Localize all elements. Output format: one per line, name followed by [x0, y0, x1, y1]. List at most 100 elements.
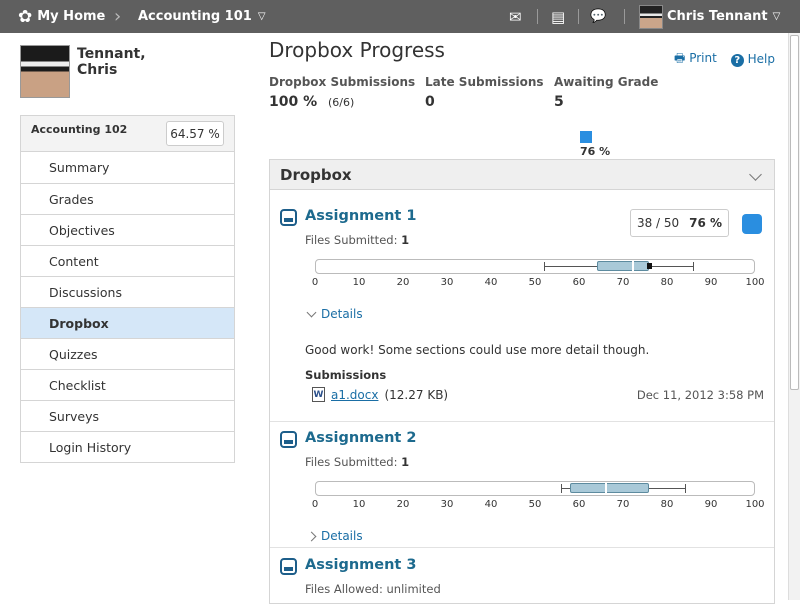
boxplot-box: [570, 483, 650, 493]
sidebar: Tennant, Chris Accounting 102 64.57 % Su…: [20, 45, 235, 463]
axis-tick-label: 70: [616, 277, 630, 288]
axis-tick-label: 30: [440, 277, 454, 288]
caret-down-icon: ▽: [772, 11, 781, 22]
boxplot-track: [315, 481, 755, 496]
progress-label: 76 %: [580, 145, 611, 158]
scrollbar-thumb[interactable]: [790, 35, 799, 390]
stat-label: Awaiting Grade: [554, 75, 659, 89]
boxplot-max-cap: [684, 484, 686, 493]
file-date: Dec 11, 2012 3:58 PM: [636, 388, 764, 402]
files-allowed: Files Allowed: unlimited: [305, 582, 441, 596]
axis-tick-label: 90: [704, 277, 718, 288]
axis-tick-label: 40: [484, 277, 498, 288]
grade-indicator: [742, 214, 762, 234]
boxplot-max-cap: [693, 262, 695, 271]
score-fraction: 38 / 50: [636, 216, 680, 230]
axis-tick-label: 10: [352, 499, 366, 510]
axis-tick-label: 60: [572, 499, 586, 510]
axis-tick-label: 50: [528, 277, 542, 288]
axis-tick-label: 0: [311, 499, 319, 510]
sidebar-item-surveys[interactable]: Surveys: [21, 400, 234, 431]
dropbox-icon: [280, 209, 297, 226]
assignment-title[interactable]: Assignment 3: [305, 557, 417, 573]
sidebar-item-dropbox[interactable]: Dropbox: [21, 307, 234, 338]
user-menu[interactable]: Chris Tennant ▽: [639, 0, 780, 33]
dropbox-icon: [280, 558, 297, 575]
user-name: Chris Tennant: [667, 9, 768, 24]
axis-tick-label: 20: [396, 277, 410, 288]
files-submitted: Files Submitted: 1: [305, 233, 410, 247]
submissions-heading: Submissions: [305, 368, 387, 382]
axis-tick-label: 50: [528, 499, 542, 510]
updates-icon[interactable]: ▤: [551, 0, 565, 33]
profile-avatar: [20, 45, 70, 98]
boxplot-min-cap: [543, 262, 545, 271]
axis-tick-label: 40: [484, 499, 498, 510]
home-label: My Home: [37, 9, 106, 24]
dropbox-icon: [280, 431, 297, 448]
feedback-text: Good work! Some sections could use more …: [305, 343, 650, 357]
axis-tick-label: 100: [745, 499, 765, 510]
boxplot-box: [596, 261, 650, 271]
score-percent: 76 %: [689, 216, 723, 230]
caret-down-icon: ▽: [257, 11, 266, 22]
stat-label: Late Submissions: [425, 75, 544, 89]
page-title: Dropbox Progress: [269, 38, 445, 62]
dropbox-panel: Dropbox Assignment 1 Files Submitted: 1 …: [269, 159, 775, 604]
help-icon: ?: [730, 54, 744, 67]
stat-awaiting: Awaiting Grade 5: [554, 75, 658, 110]
stat-value: 5: [554, 94, 564, 110]
axis-tick-label: 60: [572, 277, 586, 288]
sidebar-item-objectives[interactable]: Objectives: [21, 214, 234, 245]
details-toggle[interactable]: Details: [306, 307, 363, 321]
print-button[interactable]: 🖶 Print: [674, 49, 717, 70]
progress-marker: [580, 131, 592, 143]
divider: [270, 547, 774, 548]
submission-file: W a1.docx (12.27 KB): [312, 387, 448, 402]
panel-title: Dropbox: [280, 165, 352, 184]
sidebar-item-discussions[interactable]: Discussions: [21, 276, 234, 307]
sidebar-menu: Summary Grades Objectives Content Discussion…: [20, 152, 235, 463]
axis-tick-label: 0: [311, 277, 319, 288]
course-grade-badge: 64.57 %: [166, 121, 224, 146]
axis-tick-label: 100: [745, 277, 765, 288]
summary-stats: Dropbox Submissions 100 % (6/6) Late Sub…: [269, 75, 658, 110]
user-avatar: [639, 4, 663, 29]
home-link[interactable]: ✿ My Home: [18, 0, 105, 33]
course-selector[interactable]: Accounting 101 ▽: [138, 0, 266, 33]
stat-late: Late Submissions 0: [425, 75, 554, 110]
details-toggle[interactable]: Details: [306, 529, 363, 543]
course-name: Accounting 102: [31, 123, 128, 136]
sidebar-item-content[interactable]: Content: [21, 245, 234, 276]
assignment-title[interactable]: Assignment 1: [305, 208, 417, 224]
course-label: Accounting 101: [138, 9, 252, 24]
details-label: Details: [321, 529, 363, 543]
messages-icon[interactable]: ✉: [509, 0, 522, 33]
word-doc-icon: W: [312, 387, 325, 402]
chevron-down-icon: [306, 307, 317, 317]
sidebar-item-checklist[interactable]: Checklist: [21, 369, 234, 400]
stat-value: 0: [425, 94, 435, 110]
axis-tick-label: 30: [440, 499, 454, 510]
panel-header[interactable]: Dropbox: [270, 160, 774, 190]
file-link[interactable]: a1.docx: [331, 388, 378, 402]
boxplot-min-cap: [561, 484, 563, 493]
printer-icon: 🖶: [674, 51, 686, 65]
assignment-title[interactable]: Assignment 2: [305, 430, 417, 446]
chat-icon[interactable]: 💬: [590, 0, 606, 33]
flower-logo-icon: ✿: [18, 6, 33, 27]
boxplot-median: [631, 261, 634, 271]
sidebar-item-summary[interactable]: Summary: [21, 152, 234, 183]
details-label: Details: [321, 307, 363, 321]
axis-tick-label: 20: [396, 499, 410, 510]
axis-tick-label: 90: [704, 499, 718, 510]
sidebar-item-quizzes[interactable]: Quizzes: [21, 338, 234, 369]
boxplot-median: [605, 483, 608, 493]
chevron-right-icon: [306, 531, 317, 541]
page-tools: 🖶 Print ? Help: [674, 49, 775, 70]
sidebar-item-grades[interactable]: Grades: [21, 183, 234, 214]
breadcrumb-chevron-icon: ›: [114, 6, 122, 27]
profile: Tennant, Chris: [20, 45, 235, 99]
sidebar-item-login-history[interactable]: Login History: [21, 431, 234, 462]
help-button[interactable]: ? Help: [730, 52, 775, 67]
